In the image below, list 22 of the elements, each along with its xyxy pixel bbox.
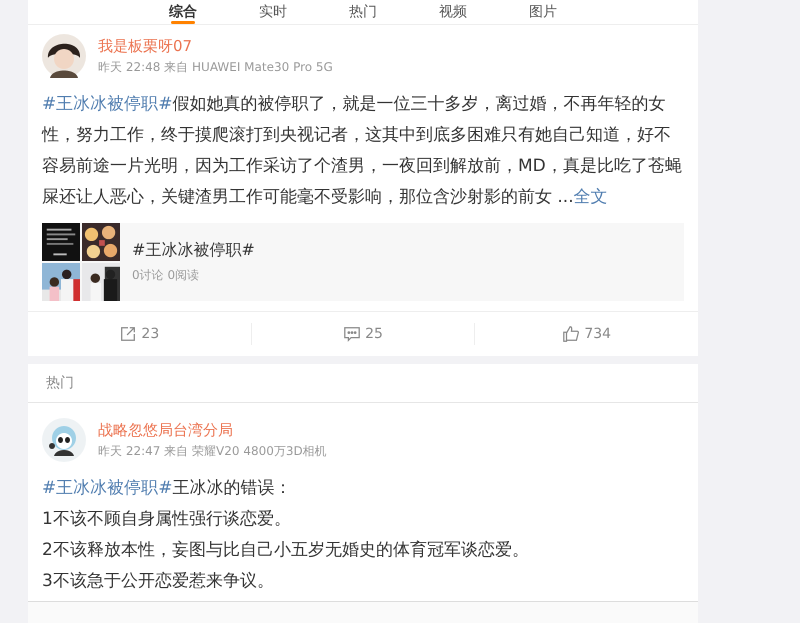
tab[interactable]: 实时 bbox=[228, 0, 318, 24]
tab[interactable]: 热门 bbox=[318, 0, 408, 24]
avatar-icon[interactable] bbox=[42, 34, 86, 78]
tab[interactable]: 视频 bbox=[408, 0, 498, 24]
share-icon bbox=[119, 325, 138, 343]
tab[interactable]: 图片 bbox=[498, 0, 588, 24]
like-icon bbox=[562, 325, 580, 343]
like-button[interactable]: 734 bbox=[474, 323, 698, 345]
comment-button[interactable]: 25 bbox=[250, 323, 474, 345]
post-text: #王冰冰被停职#假如她真的被停职了，就是一位三十多岁，离过婚，不再年轻的女性，努力工作，终于摸爬滚打到央视记者，这其中到底多困难只有她自己知道，好不容易前途一片光明，因为工作采访了个渣男，一夜回到解放前，MD，真是比吃了苍蝇屎还让人恶心，关键渣男工作可能毫不受影响，那位含沙射影的前女 ...全文 bbox=[42, 93, 683, 209]
comment-icon bbox=[343, 325, 362, 343]
post-text: #王冰冰被停职#王冰冰的错误： 1不该不顾自身属性强行谈恋爱。 2不该释放本性，妄图与比自己小五岁无婚史的体育冠军谈恋爱。 3不该急于公开恋爱惹来争议。 bbox=[42, 477, 530, 593]
topic-card[interactable]: #王冰冰被停职# 0讨论 0阅读 bbox=[42, 223, 684, 301]
tab[interactable]: 综合 bbox=[138, 0, 228, 24]
topic-stats: 0讨论 0阅读 bbox=[132, 267, 200, 284]
section-title: 热门 bbox=[28, 364, 698, 403]
post-meta: 昨天 22:47 来自 荣耀V20 4800万3D相机 bbox=[98, 442, 327, 460]
post-meta: 昨天 22:48 来自 HUAWEI Mate30 Pro 5G bbox=[98, 58, 333, 76]
topic-title: #王冰冰被停职# bbox=[132, 240, 255, 261]
share-button[interactable]: 23 bbox=[28, 323, 251, 345]
expand-link[interactable]: 全文 bbox=[574, 187, 608, 207]
avatar-icon[interactable] bbox=[42, 418, 86, 462]
